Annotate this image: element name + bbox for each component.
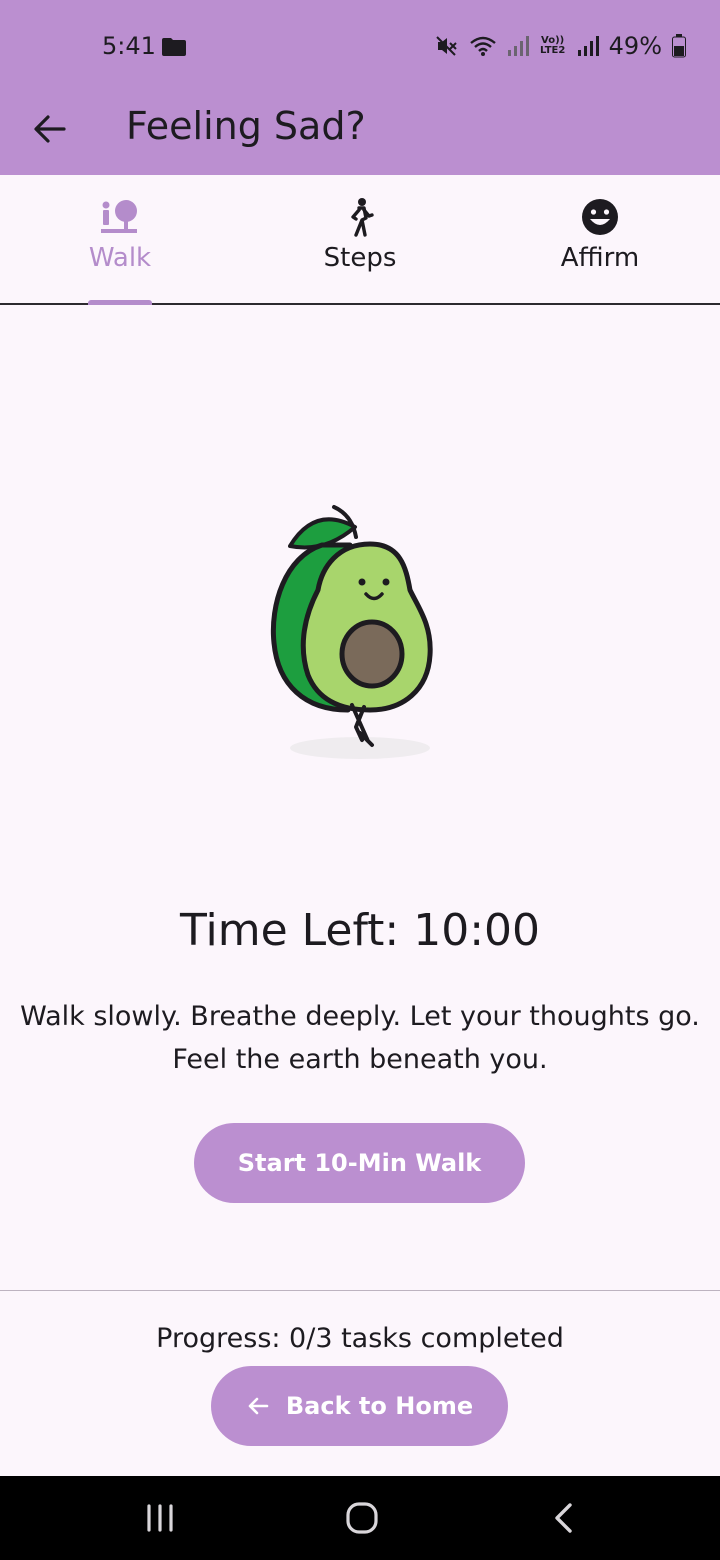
back-to-home-button[interactable]: Back to Home [211, 1366, 508, 1446]
battery-icon [672, 34, 686, 58]
tab-label-walk: Walk [88, 243, 152, 273]
recent-apps-icon[interactable] [140, 1500, 180, 1536]
wifi-icon [469, 36, 496, 56]
mute-icon [435, 36, 457, 56]
signal-icon [507, 36, 529, 56]
active-tab-indicator [88, 300, 152, 305]
back-arrow-icon[interactable] [30, 109, 70, 149]
app-bar: Feeling Sad? [0, 92, 720, 175]
walk-instructions: Walk slowly. Breathe deeply. Let your th… [0, 995, 720, 1081]
page-title: Feeling Sad? [126, 104, 366, 148]
walk-tree-icon [101, 200, 137, 233]
walking-avocado-illustration [270, 505, 433, 759]
arrow-left-icon [248, 1397, 269, 1415]
battery-level: 49% [608, 32, 662, 60]
tab-affirm[interactable]: Affirm [480, 175, 720, 303]
smiley-icon [582, 199, 618, 235]
start-walk-button[interactable]: Start 10-Min Walk [194, 1123, 525, 1203]
signal-icon-2 [577, 36, 599, 56]
tab-label-affirm: Affirm [560, 243, 640, 273]
timer-display: Time Left: 10:00 [179, 905, 541, 956]
lte-label: Vo)) LTE2 [539, 35, 566, 56]
status-time: 5:41 [102, 32, 156, 60]
instruction-line-2: Feel the earth beneath you. [172, 1044, 548, 1075]
progress-text: Progress: 0/3 tasks completed [156, 1323, 564, 1354]
tab-label-steps: Steps [323, 243, 397, 273]
folder-icon [162, 38, 186, 56]
footer-divider [0, 1290, 720, 1291]
back-nav-icon[interactable] [544, 1500, 584, 1536]
tab-walk[interactable]: Walk [0, 175, 240, 305]
system-nav-bar [0, 1476, 720, 1560]
tab-bar: Walk Steps Affirm [0, 175, 720, 305]
status-icons: Vo)) LTE2 49% [435, 30, 686, 62]
status-bar: 5:41 Vo)) LTE2 49% [0, 0, 720, 92]
instruction-line-1: Walk slowly. Breathe deeply. Let your th… [20, 1001, 700, 1032]
home-icon[interactable] [342, 1500, 382, 1536]
back-to-home-label: Back to Home [285, 1392, 474, 1420]
tab-steps[interactable]: Steps [240, 175, 480, 303]
pedestrian-icon [351, 198, 374, 237]
